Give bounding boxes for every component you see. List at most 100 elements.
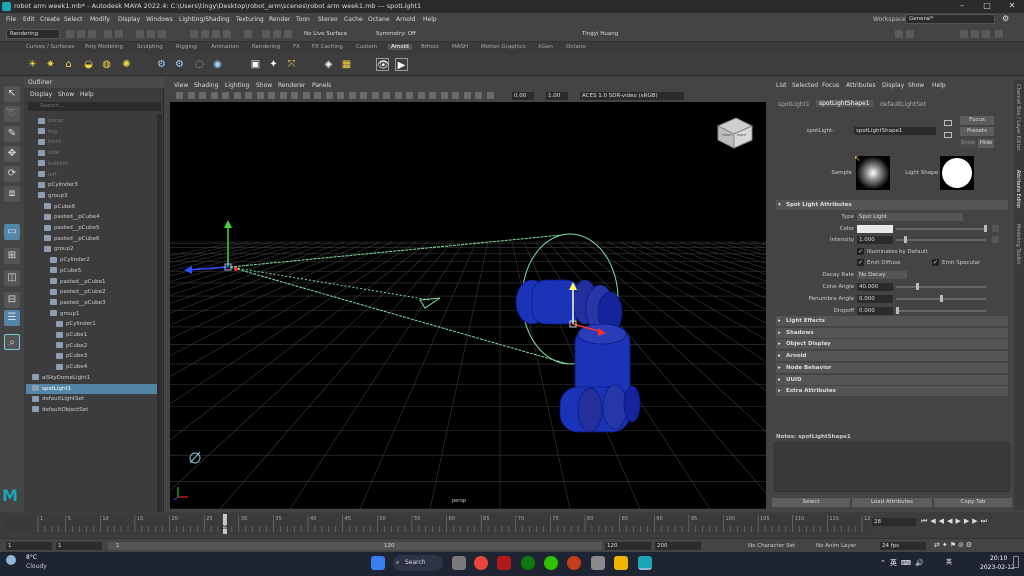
- undo-icon[interactable]: [104, 30, 112, 38]
- point-light-icon[interactable]: ✷: [44, 58, 57, 71]
- illuminates-checkbox[interactable]: ✓: [857, 248, 864, 255]
- viewport-3d[interactable]: FRONT RIGHT: [170, 102, 766, 509]
- standard-surface-icon[interactable]: ⚙: [155, 58, 168, 71]
- outliner-item[interactable]: pCylinder2: [26, 255, 158, 265]
- ae-tab-spotlight1[interactable]: spotLight1: [778, 101, 810, 108]
- outliner-search-input[interactable]: Search...: [28, 102, 161, 111]
- ae-tab-spotlightshape1[interactable]: spotLightShape1: [816, 100, 873, 107]
- workspace-panel-icon[interactable]: [995, 30, 1003, 38]
- shelf-tab-custom[interactable]: Custom: [356, 44, 377, 50]
- render-icon[interactable]: [262, 30, 270, 38]
- outliner-item[interactable]: side: [26, 148, 158, 158]
- playback-controls[interactable]: ⏮◀◀◀▶▶▶⏭: [921, 517, 990, 526]
- cone-angle-field[interactable]: 40.000: [857, 283, 893, 291]
- gamma-field[interactable]: 1.00: [546, 92, 568, 100]
- menu-modify[interactable]: Modify: [90, 16, 110, 23]
- modeling-toolkit-icon[interactable]: [895, 30, 903, 38]
- character-set-dropdown[interactable]: No Character Set: [748, 543, 795, 549]
- app-icon-red[interactable]: [497, 556, 511, 570]
- playback-end-field[interactable]: 120: [605, 542, 651, 550]
- focus-input-icon[interactable]: [944, 120, 952, 126]
- menu-stereo[interactable]: Stereo: [318, 16, 338, 23]
- powerpoint-icon[interactable]: [567, 556, 581, 570]
- outliner-item[interactable]: pasted__pCube2: [26, 287, 158, 297]
- focus-button[interactable]: Focus: [960, 116, 994, 125]
- cone-angle-knob[interactable]: [916, 283, 919, 290]
- volume-icon[interactable]: ⚙: [173, 58, 186, 71]
- tray-language[interactable]: 英: [946, 557, 952, 566]
- snap-curve-icon[interactable]: [201, 30, 209, 38]
- menu-select[interactable]: Select: [64, 16, 83, 23]
- shelf-tab-rigging[interactable]: Rigging: [176, 44, 197, 50]
- viewport-tool-icon[interactable]: [187, 92, 195, 99]
- dock-tab-attribute-editor[interactable]: Attribute Editor: [1015, 170, 1021, 208]
- menu-arnold[interactable]: Arnold: [396, 16, 415, 23]
- curve-collector-icon[interactable]: ◌: [193, 58, 206, 71]
- anim-start-field[interactable]: 1: [6, 542, 52, 550]
- outliner-item[interactable]: pasted__pCube4: [26, 212, 158, 222]
- wechat-icon[interactable]: [544, 556, 558, 570]
- render-settings-icon[interactable]: [284, 30, 292, 38]
- viewport-tool-icon[interactable]: [475, 92, 482, 99]
- outliner-item[interactable]: group2: [26, 244, 158, 254]
- dropoff-field[interactable]: 0.000: [857, 307, 893, 315]
- emit-specular-checkbox[interactable]: ✓: [932, 259, 939, 266]
- type-dropdown[interactable]: Spot Light: [857, 213, 963, 221]
- dock-tab-modeling-toolkit[interactable]: Modeling Toolkit: [1015, 224, 1021, 264]
- anim-end-field[interactable]: 200: [655, 542, 701, 550]
- outliner-item[interactable]: pCube4: [26, 362, 158, 372]
- user-account[interactable]: Tingyi Huang: [578, 29, 640, 39]
- outliner-scrollbar[interactable]: [157, 114, 162, 514]
- select-component-icon[interactable]: [158, 30, 166, 38]
- section-arnold[interactable]: Arnold: [776, 351, 1008, 361]
- menu-windows[interactable]: Windows: [146, 16, 173, 23]
- snap-surface-icon[interactable]: [223, 30, 231, 38]
- outliner-item[interactable]: persp: [26, 116, 158, 126]
- snap-grid-icon[interactable]: [190, 30, 198, 38]
- xbox-icon[interactable]: [521, 556, 535, 570]
- show-button[interactable]: Show: [960, 139, 976, 148]
- menu-toon[interactable]: Toon: [296, 16, 310, 23]
- select-tool-icon[interactable]: ↖: [4, 86, 20, 102]
- intensity-slider[interactable]: [896, 239, 986, 241]
- penumbra-angle-field[interactable]: 0.000: [857, 295, 893, 303]
- outliner-item[interactable]: pasted__pCube3: [26, 298, 158, 308]
- viewport-tool-icon[interactable]: [325, 92, 333, 99]
- select-button[interactable]: Select: [772, 498, 850, 507]
- windows-start-icon[interactable]: [371, 556, 385, 570]
- move-tool-icon[interactable]: ✥: [4, 146, 20, 162]
- shelf-tab-mash[interactable]: MASH: [452, 44, 468, 50]
- viewport-tool-icon[interactable]: [256, 92, 264, 99]
- fps-dropdown[interactable]: 24 fps: [880, 542, 926, 550]
- viewport-tool-icon[interactable]: [302, 92, 310, 99]
- outliner-item[interactable]: pasted__pCube5: [26, 223, 158, 233]
- menu-lighting-shading[interactable]: Lighting/Shading: [179, 16, 230, 23]
- cone-angle-slider[interactable]: [896, 286, 986, 288]
- viewport-tool-icon[interactable]: [417, 92, 425, 99]
- menu-render[interactable]: Render: [269, 16, 290, 23]
- outliner-item[interactable]: group1: [26, 309, 158, 319]
- outliner-item[interactable]: left: [26, 170, 158, 180]
- section-spot-light-attributes[interactable]: Spot Light Attributes: [776, 200, 1008, 210]
- playback-start-field[interactable]: 1: [56, 542, 102, 550]
- outliner-item[interactable]: pCube3: [26, 351, 158, 361]
- render-view-icon[interactable]: 👁: [376, 58, 390, 71]
- shelf-tab-fx[interactable]: FX: [293, 44, 300, 50]
- section-light-effects[interactable]: Light Effects: [776, 316, 1008, 326]
- outliner-item[interactable]: bottom: [26, 159, 158, 169]
- area-light-icon[interactable]: ⌂: [62, 58, 75, 71]
- history-icon[interactable]: [244, 30, 252, 38]
- tool-settings-toggle-icon[interactable]: [971, 30, 979, 38]
- viewport-menu-lighting[interactable]: Lighting: [225, 82, 249, 89]
- time-slider[interactable]: 1 5 10 15 20 25 30 35 40 45 50 55 60 65 70 75 80 85 90 95 10…: [0, 512, 1024, 538]
- shelf-tab-rendering[interactable]: Rendering: [252, 44, 280, 50]
- menu-create[interactable]: Create: [40, 16, 60, 23]
- sun-light-icon[interactable]: ☀: [26, 58, 39, 71]
- shelf-tab-sculpting[interactable]: Sculpting: [137, 44, 163, 50]
- viewport-tool-icon[interactable]: [233, 92, 241, 99]
- range-toggle-icons[interactable]: ⇄✦⚑⊘⚙: [934, 541, 1004, 551]
- snap-point-icon[interactable]: [212, 30, 220, 38]
- ipr-render-icon[interactable]: [273, 30, 281, 38]
- hide-button[interactable]: Hide: [978, 139, 994, 148]
- viewport-tool-icon[interactable]: [486, 92, 494, 99]
